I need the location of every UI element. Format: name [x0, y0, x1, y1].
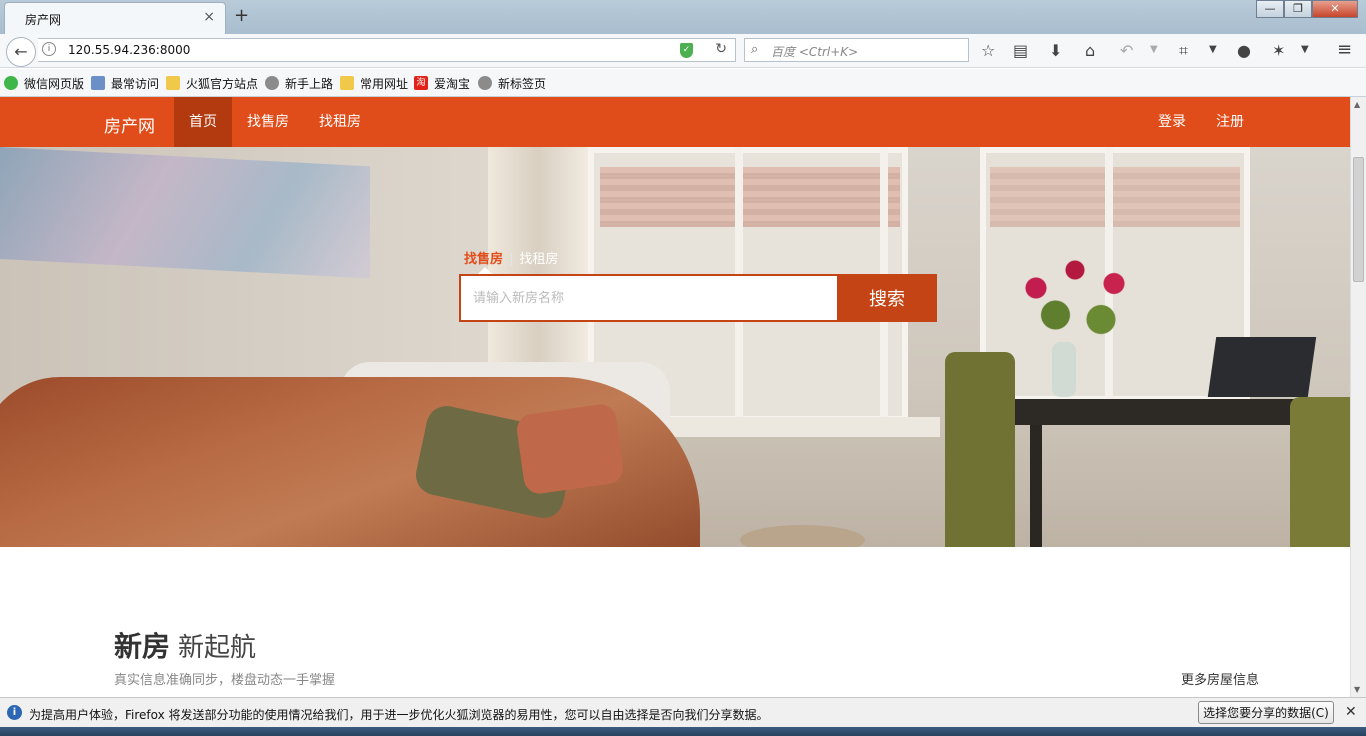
search-icon: ⌕: [751, 42, 759, 57]
bookmark-label: 新手上路: [285, 76, 334, 91]
extension-icon[interactable]: ✶: [1272, 41, 1285, 60]
nav-find-rent[interactable]: 找租房: [304, 97, 376, 147]
bookmark-item[interactable]: 新标签页: [478, 75, 546, 91]
login-link[interactable]: 登录: [1158, 97, 1186, 147]
bookmark-label: 微信网页版: [24, 76, 85, 91]
tab-find-sale[interactable]: 找售房: [464, 252, 503, 267]
nav-home[interactable]: 首页: [174, 97, 232, 147]
bookmark-star-icon[interactable]: ☆: [981, 41, 995, 60]
bookmark-item[interactable]: 最常访问: [91, 75, 159, 91]
info-icon: i: [7, 705, 22, 720]
notification-bar: i 为提高用户体验，Firefox 将发送部分功能的使用情况给我们，用于进一步优…: [0, 697, 1366, 727]
browser-tab-bar: 房产网 × + — ❐ ✕: [0, 0, 1366, 34]
globe-icon: [265, 76, 279, 90]
bookmark-item[interactable]: 新手上路: [265, 75, 333, 91]
hero-chair: [945, 352, 1015, 547]
hero-roof: [990, 167, 1240, 227]
tab-title: 房产网: [25, 13, 62, 27]
section-subtitle: 真实信息准确同步，楼盘动态一手掌握: [114, 673, 336, 688]
tab-find-rent[interactable]: 找租房: [519, 252, 558, 267]
bookmark-label: 最常访问: [111, 76, 160, 91]
home-icon[interactable]: ⌂: [1085, 41, 1095, 60]
url-bar[interactable]: i 120.55.94.236:8000 ✓ ↻: [38, 38, 736, 62]
folder-icon: [166, 76, 180, 90]
bookmark-item[interactable]: 淘 爱淘宝: [414, 75, 470, 91]
download-icon[interactable]: ⬇: [1049, 41, 1062, 60]
hero-painting: [0, 147, 370, 279]
hero-basket: [740, 525, 865, 547]
shield-icon[interactable]: ✓: [680, 43, 693, 58]
new-tab-button[interactable]: +: [234, 5, 249, 26]
browser-tab[interactable]: 房产网 ×: [4, 2, 226, 34]
undo-icon[interactable]: ↶: [1120, 41, 1133, 60]
hero-pillow: [514, 402, 626, 496]
close-icon[interactable]: ✕: [1345, 704, 1357, 720]
bookmark-label: 新标签页: [498, 76, 547, 91]
search-button[interactable]: 搜索: [837, 274, 937, 322]
scroll-thumb[interactable]: [1353, 157, 1364, 282]
minimize-button[interactable]: —: [1256, 0, 1284, 18]
site-header: 房产网 首页 找售房 找租房 登录 注册: [0, 97, 1350, 147]
section-title-light: 新起航: [178, 633, 257, 663]
back-button[interactable]: ←: [6, 37, 36, 67]
hero-vase: [1052, 342, 1076, 397]
screenshot-crop-icon[interactable]: ⌗: [1179, 41, 1188, 61]
folder-icon: [340, 76, 354, 90]
notification-text: 为提高用户体验，Firefox 将发送部分功能的使用情况给我们，用于进一步优化火…: [29, 708, 769, 722]
search-form: 搜索: [459, 274, 937, 322]
chevron-down-icon[interactable]: ▼: [1209, 44, 1217, 55]
hero-table-leg: [1030, 425, 1042, 547]
section-title: 新房 新起航: [114, 625, 256, 665]
bookmark-label: 爱淘宝: [434, 76, 471, 91]
tab-separator: |: [509, 252, 514, 267]
hero-flowers: [1010, 252, 1140, 342]
page-scrollbar[interactable]: ▲ ▼: [1350, 97, 1366, 697]
chat-bubble-icon[interactable]: ●: [1237, 41, 1251, 60]
wechat-icon: [4, 76, 18, 90]
hero-laptop: [1207, 337, 1317, 397]
scroll-down-icon[interactable]: ▼: [1354, 685, 1360, 694]
search-input[interactable]: [459, 274, 837, 322]
section-title-strong: 新房: [114, 630, 171, 663]
taobao-icon: 淘: [414, 76, 428, 90]
info-icon[interactable]: i: [42, 42, 56, 56]
hero-chair: [1290, 397, 1350, 547]
bookmark-item[interactable]: 微信网页版: [4, 75, 84, 91]
reading-list-icon[interactable]: ▤: [1013, 41, 1028, 60]
window-controls: — ❐ ✕: [1256, 0, 1358, 20]
bookmark-label: 常用网址: [360, 76, 409, 91]
hero-table: [1005, 399, 1335, 425]
browser-toolbar: ← i 120.55.94.236:8000 ✓ ↻ ⌕ 百度 <Ctrl+K>…: [0, 34, 1366, 68]
bookmark-item[interactable]: 常用网址: [340, 75, 408, 91]
close-tab-icon[interactable]: ×: [203, 9, 215, 25]
hero-banner: 找售房 | 找租房 搜索: [0, 147, 1350, 547]
site-logo[interactable]: 房产网: [104, 112, 155, 137]
scroll-up-icon[interactable]: ▲: [1354, 100, 1360, 109]
active-tab-caret-icon: [478, 267, 492, 274]
browser-search-box[interactable]: ⌕ 百度 <Ctrl+K>: [744, 38, 969, 62]
hero-roof: [600, 167, 900, 227]
most-visited-icon: [91, 76, 105, 90]
more-houses-link[interactable]: 更多房屋信息: [1181, 669, 1259, 688]
reload-icon[interactable]: ↻: [715, 41, 727, 57]
bookmark-item[interactable]: 火狐官方站点: [166, 75, 258, 91]
search-placeholder: 百度 <Ctrl+K>: [771, 45, 859, 59]
url-text[interactable]: 120.55.94.236:8000: [68, 43, 190, 57]
register-link[interactable]: 注册: [1216, 97, 1244, 147]
choose-data-button[interactable]: 选择您要分享的数据(C): [1198, 701, 1334, 724]
os-taskbar: [0, 727, 1366, 736]
close-window-button[interactable]: ✕: [1312, 0, 1358, 18]
menu-icon[interactable]: ≡: [1337, 39, 1352, 60]
nav-find-sale[interactable]: 找售房: [232, 97, 304, 147]
maximize-button[interactable]: ❐: [1284, 0, 1312, 18]
bookmarks-bar: 微信网页版 最常访问 火狐官方站点 新手上路 常用网址 淘 爱淘宝 新标签页: [0, 69, 1366, 97]
arrow-left-icon: ←: [14, 42, 28, 61]
search-type-tabs: 找售房 | 找租房: [464, 248, 558, 274]
chevron-down-icon[interactable]: ▼: [1150, 44, 1158, 55]
chevron-down-icon[interactable]: ▼: [1301, 44, 1309, 55]
page-viewport: 房产网 首页 找售房 找租房 登录 注册 找售房 | 找租房 请输入新房名称 搜…: [0, 97, 1350, 697]
bookmark-label: 火狐官方站点: [186, 76, 259, 91]
globe-icon: [478, 76, 492, 90]
